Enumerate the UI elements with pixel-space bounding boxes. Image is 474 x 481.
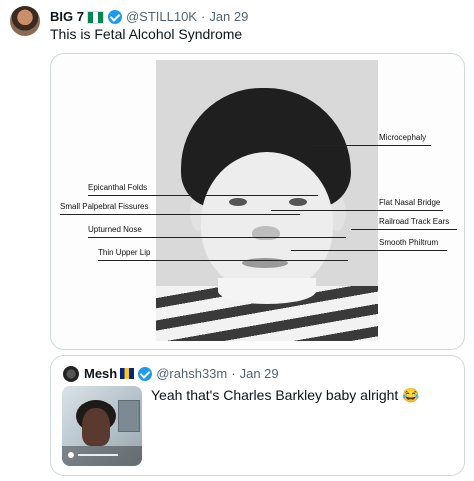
label-thin-upper-lip: Thin Upper Lip [98, 248, 151, 257]
quote-author-handle[interactable]: @rahsh33m [156, 366, 227, 381]
label-flat-nasal-bridge: Flat Nasal Bridge [379, 198, 441, 207]
leader-line [351, 229, 457, 230]
quote-media-thumbnail[interactable] [62, 386, 142, 466]
quote-author-avatar[interactable] [63, 366, 79, 382]
leader-line [311, 145, 431, 146]
person-face [82, 408, 110, 446]
leader-line [88, 195, 318, 196]
leader-line [291, 250, 447, 251]
quote-date[interactable]: Jan 29 [240, 366, 279, 381]
shirt-collar [218, 278, 316, 304]
author-name[interactable]: BIG 7 [50, 9, 84, 24]
author-handle[interactable]: @STILL10K [126, 9, 197, 24]
quote-author-name[interactable]: Mesh [84, 366, 117, 381]
nigeria-flag-icon [86, 11, 104, 24]
verified-badge-icon [107, 9, 122, 24]
overlay-dot-icon [68, 452, 74, 458]
tweet-date[interactable]: Jan 29 [209, 9, 248, 24]
quote-header-separator: · [231, 366, 236, 381]
child-portrait-image [156, 60, 378, 341]
quote-text: Yeah that's Charles Barkley baby alright… [151, 387, 420, 403]
tweet-text: This is Fetal Alcohol Syndrome [50, 26, 243, 42]
background-screen [118, 400, 140, 432]
label-railroad-track-ears: Railroad Track Ears [379, 217, 450, 226]
verified-badge-icon [138, 366, 153, 381]
face [201, 152, 333, 292]
label-small-palpebral-fissures: Small Palpebral Fissures [60, 202, 149, 211]
tweet-media[interactable]: Epicanthal Folds Small Palpebral Fissure… [50, 53, 465, 350]
leader-line [271, 210, 443, 211]
tweet-header: BIG 7 @STILL10K · Jan 29 [50, 9, 248, 24]
label-microcephaly: Microcephaly [379, 133, 427, 142]
header-separator: · [200, 9, 206, 24]
label-smooth-philtrum: Smooth Philtrum [379, 238, 439, 247]
leader-line [98, 260, 348, 261]
author-avatar[interactable] [10, 6, 40, 36]
leader-line [60, 214, 300, 215]
right-eye [289, 198, 307, 206]
leader-line [88, 237, 346, 238]
left-eye [229, 198, 247, 206]
quote-header: Mesh @rahsh33m · Jan 29 [84, 366, 279, 381]
label-epicanthal-folds: Epicanthal Folds [88, 183, 148, 192]
overlay-caption-line [78, 454, 118, 456]
barbados-flag-icon [120, 368, 135, 379]
video-overlay-bar [62, 446, 142, 466]
quoted-tweet[interactable]: Mesh @rahsh33m · Jan 29 Yeah that's Char… [50, 355, 465, 476]
label-upturned-nose: Upturned Nose [88, 225, 142, 234]
